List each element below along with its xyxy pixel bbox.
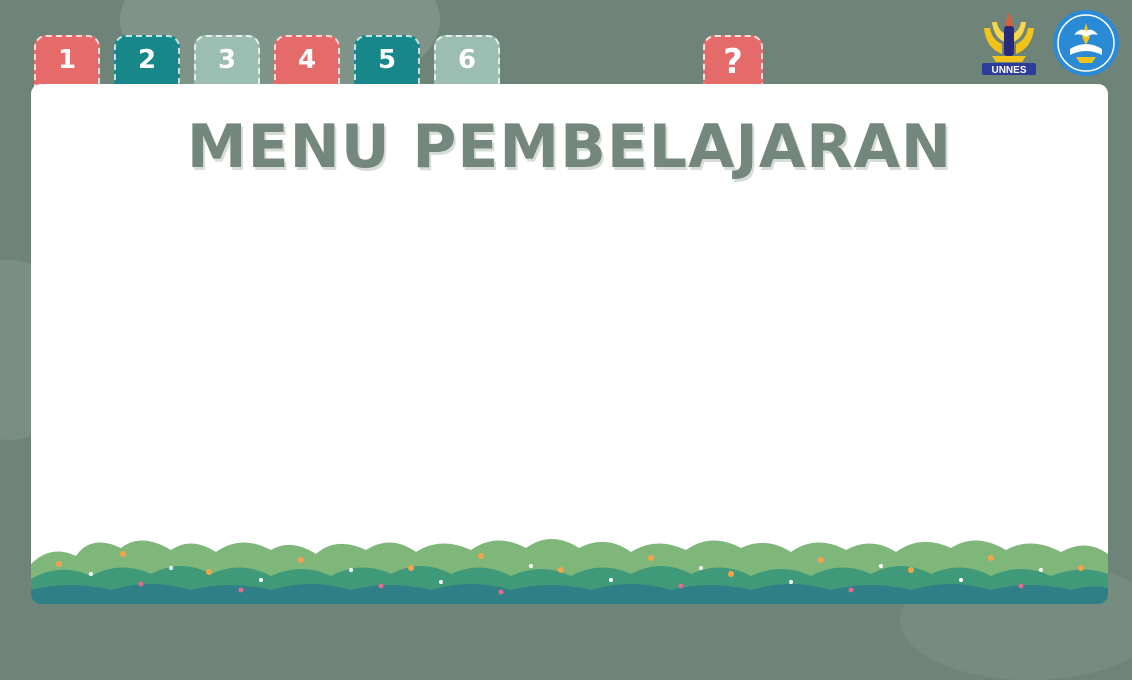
- tab-1[interactable]: 1: [34, 35, 100, 87]
- content-board: MENU PEMBELAJARAN: [31, 84, 1108, 604]
- tab-label: 6: [457, 45, 477, 75]
- tab-5[interactable]: 5: [354, 35, 420, 87]
- unnes-logo: UNNES: [982, 12, 1036, 76]
- tab-label: 4: [297, 45, 317, 75]
- lesson-tabs: 1 2 3 4 5 6: [34, 35, 514, 87]
- tab-3[interactable]: 3: [194, 35, 260, 87]
- tab-label: 3: [217, 45, 237, 75]
- tab-label: 1: [57, 45, 77, 75]
- tab-4[interactable]: 4: [274, 35, 340, 87]
- tab-label: 2: [137, 45, 157, 75]
- logos: UNNES: [980, 8, 1125, 80]
- help-icon: ?: [723, 42, 743, 82]
- page-title: MENU PEMBELAJARAN: [186, 112, 953, 182]
- flower-shrubs-decoration: [31, 539, 1108, 604]
- tab-2[interactable]: 2: [114, 35, 180, 87]
- tab-label: 5: [377, 45, 397, 75]
- kemendikbud-logo: [1053, 10, 1119, 76]
- help-tab[interactable]: ?: [703, 35, 763, 87]
- svg-text:UNNES: UNNES: [991, 65, 1026, 76]
- tab-6[interactable]: 6: [434, 35, 500, 87]
